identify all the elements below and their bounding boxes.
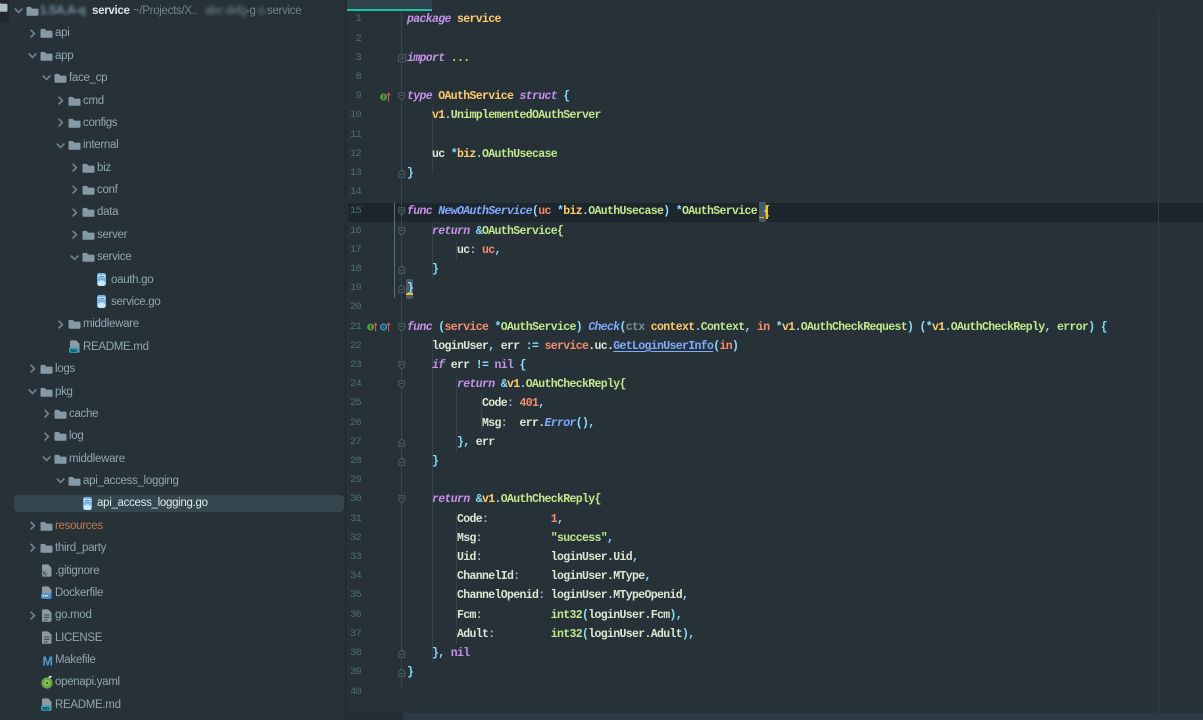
svg-text:M: M [42, 654, 52, 667]
svg-text:MD: MD [42, 706, 50, 711]
svg-text:MD: MD [70, 348, 78, 353]
